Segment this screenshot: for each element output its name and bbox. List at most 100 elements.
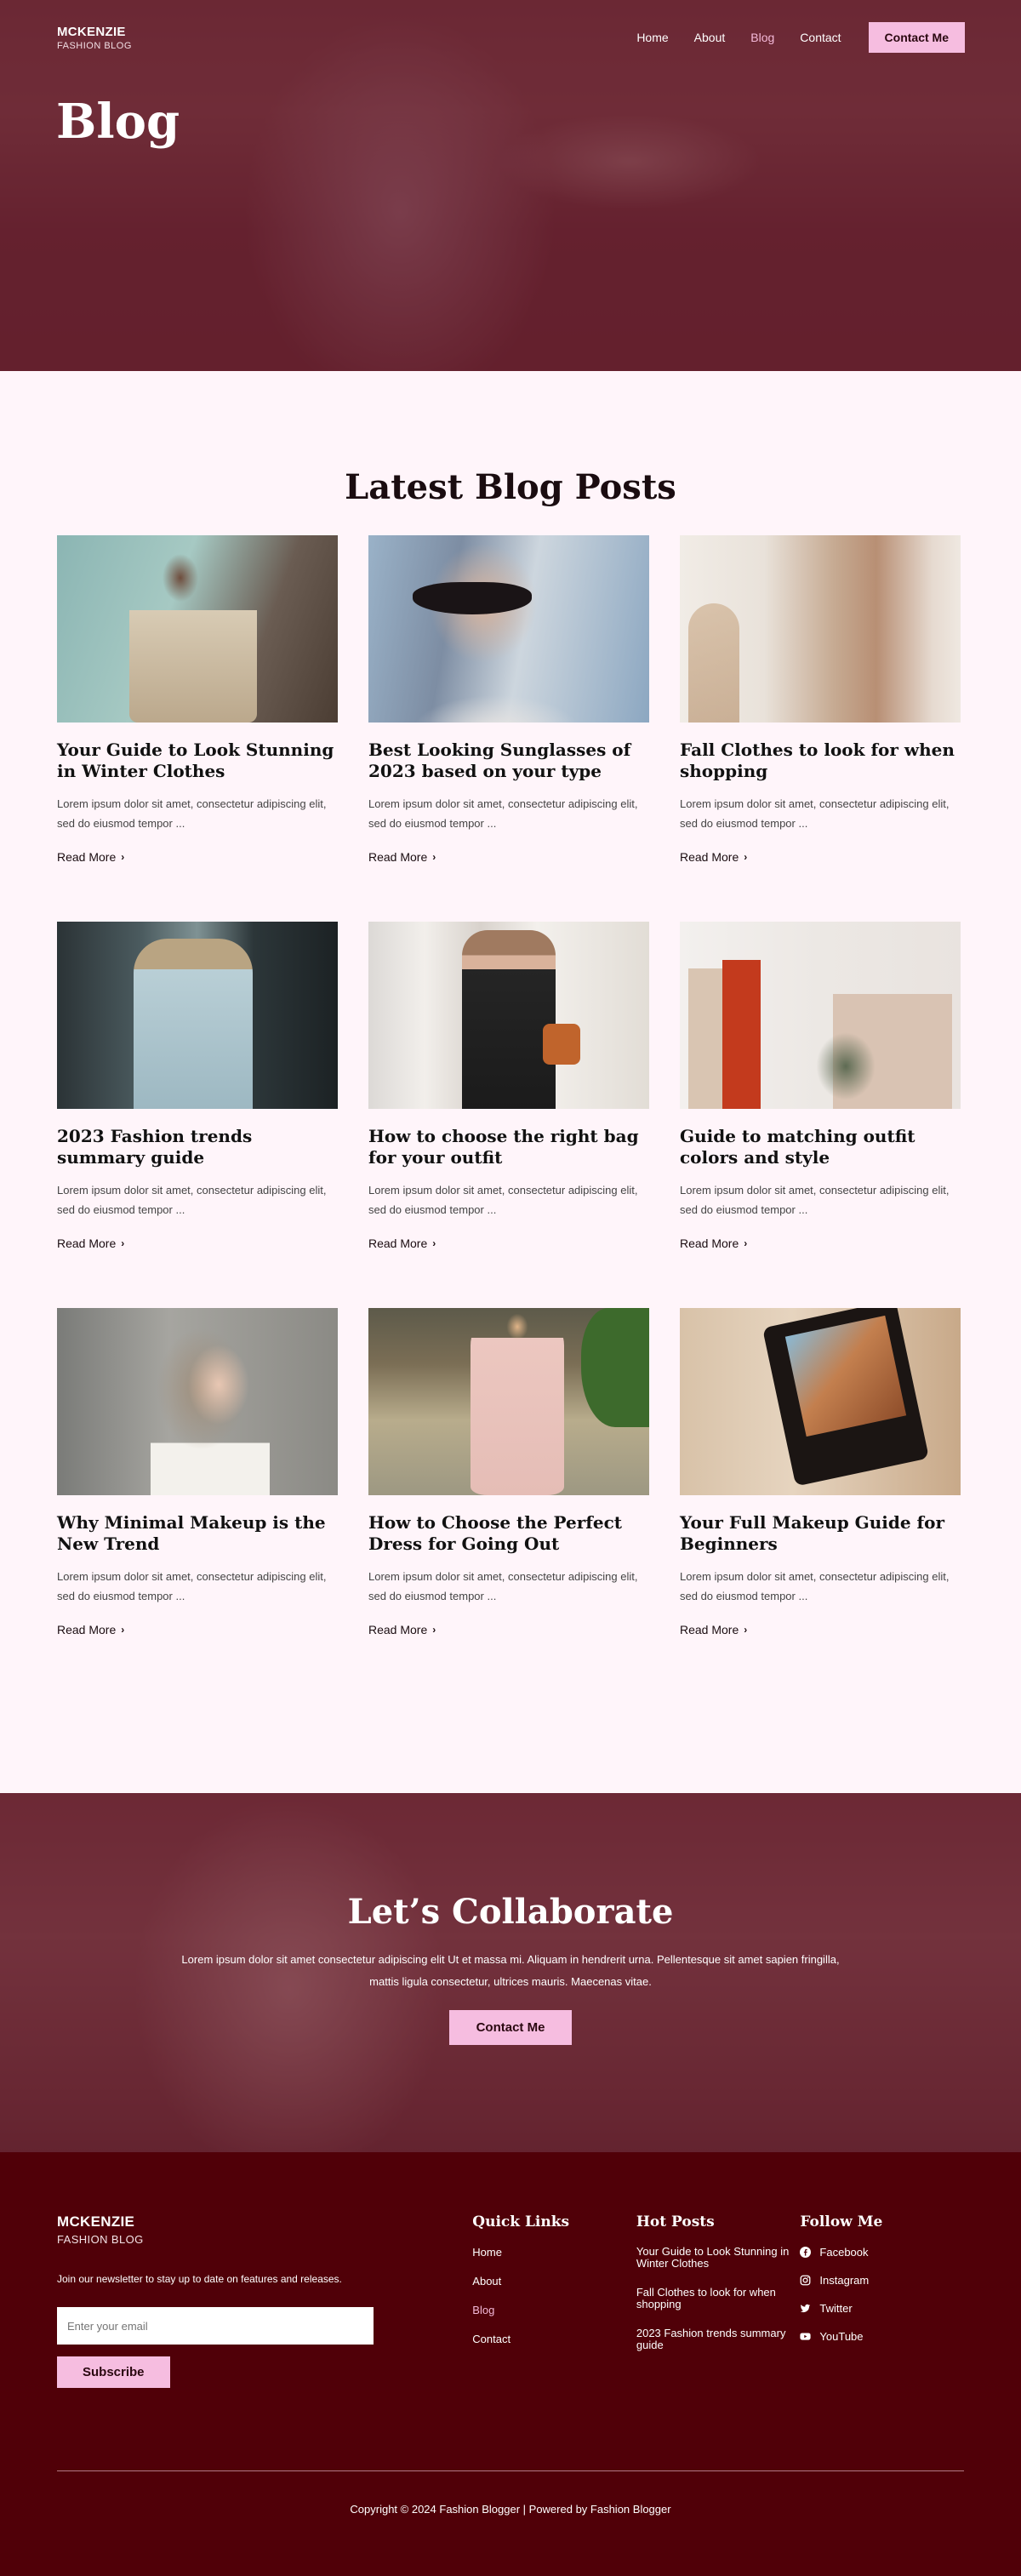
nav-link-home[interactable]: Home	[636, 31, 668, 44]
post-card: Best Looking Sunglasses of 2023 based on…	[368, 535, 649, 882]
social-label: YouTube	[819, 2330, 864, 2343]
post-excerpt: Lorem ipsum dolor sit amet, consectetur …	[57, 1184, 327, 1216]
nav-link-about[interactable]: About	[694, 31, 726, 44]
brand-name: MCKENZIE	[57, 24, 126, 39]
social-link-youtube[interactable]: YouTube	[800, 2330, 964, 2343]
post-thumbnail[interactable]	[368, 922, 649, 1109]
post-thumbnail[interactable]	[368, 535, 649, 723]
footer-link-contact[interactable]: Contact	[472, 2333, 510, 2345]
read-more-link[interactable]: Read More ›	[368, 1623, 436, 1636]
post-thumbnail[interactable]	[680, 535, 961, 723]
read-more-label: Read More	[680, 1623, 739, 1636]
collaborate-title: Let’s Collaborate	[347, 1892, 674, 1932]
copyright-text: Copyright © 2024 Fashion Blogger | Power…	[350, 2503, 671, 2516]
youtube-icon	[800, 2331, 812, 2342]
top-navigation: MCKENZIE FASHION BLOG Home About Blog Co…	[0, 0, 1021, 53]
post-title[interactable]: Guide to matching outfit colors and styl…	[680, 1126, 961, 1168]
post-excerpt: Lorem ipsum dolor sit amet, consectetur …	[680, 797, 950, 830]
quick-links-heading: Quick Links	[472, 2213, 570, 2230]
post-title[interactable]: Your Guide to Look Stunning in Winter Cl…	[57, 740, 338, 782]
post-title[interactable]: How to Choose the Perfect Dress for Goin…	[368, 1512, 649, 1555]
read-more-link[interactable]: Read More ›	[368, 1237, 436, 1250]
post-title[interactable]: Best Looking Sunglasses of 2023 based on…	[368, 740, 649, 782]
read-more-link[interactable]: Read More ›	[368, 850, 436, 864]
post-card: 2023 Fashion trends summary guide Lorem …	[57, 922, 338, 1269]
read-more-link[interactable]: Read More ›	[57, 850, 124, 864]
email-input[interactable]	[57, 2307, 374, 2345]
post-thumbnail[interactable]	[368, 1308, 649, 1495]
post-title[interactable]: 2023 Fashion trends summary guide	[57, 1126, 338, 1168]
post-excerpt: Lorem ipsum dolor sit amet, consectetur …	[57, 1570, 327, 1602]
footer-follow-me: Follow Me Facebook Instagram Twitter You…	[800, 2213, 964, 2388]
post-card: How to choose the right bag for your out…	[368, 922, 649, 1269]
nav-contact-button[interactable]: Contact Me	[868, 22, 965, 53]
social-link-twitter[interactable]: Twitter	[800, 2302, 964, 2315]
chevron-right-icon: ›	[121, 1624, 125, 1636]
post-thumbnail[interactable]	[57, 1308, 338, 1495]
latest-posts-section: Latest Blog Posts Your Guide to Look Stu…	[0, 371, 1021, 1793]
social-link-facebook[interactable]: Facebook	[800, 2246, 964, 2259]
post-excerpt: Lorem ipsum dolor sit amet, consectetur …	[368, 1184, 638, 1216]
read-more-label: Read More	[57, 1623, 117, 1636]
facebook-icon	[800, 2247, 812, 2258]
footer-brand-name: MCKENZIE	[57, 2213, 135, 2230]
social-label: Twitter	[819, 2302, 853, 2315]
post-card: Your Full Makeup Guide for Beginners Lor…	[680, 1308, 961, 1655]
post-thumbnail[interactable]	[680, 1308, 961, 1495]
post-thumbnail[interactable]	[57, 922, 338, 1109]
post-excerpt: Lorem ipsum dolor sit amet, consectetur …	[680, 1570, 950, 1602]
read-more-link[interactable]: Read More ›	[57, 1623, 124, 1636]
read-more-link[interactable]: Read More ›	[680, 850, 747, 864]
read-more-link[interactable]: Read More ›	[680, 1237, 747, 1250]
hero-banner: MCKENZIE FASHION BLOG Home About Blog Co…	[0, 0, 1021, 371]
follow-me-heading: Follow Me	[800, 2213, 883, 2230]
read-more-link[interactable]: Read More ›	[680, 1623, 747, 1636]
brand-tagline: FASHION BLOG	[57, 40, 132, 51]
posts-grid: Your Guide to Look Stunning in Winter Cl…	[57, 535, 964, 1655]
site-footer: MCKENZIE FASHION BLOG Join our newslette…	[0, 2152, 1021, 2576]
post-title[interactable]: Your Full Makeup Guide for Beginners	[680, 1512, 961, 1555]
section-heading: Latest Blog Posts	[345, 467, 676, 507]
footer-divider	[57, 2470, 964, 2471]
footer-link-blog[interactable]: Blog	[472, 2304, 494, 2316]
collaborate-banner: Let’s Collaborate Lorem ipsum dolor sit …	[0, 1793, 1021, 2152]
read-more-label: Read More	[57, 850, 117, 864]
post-card: Why Minimal Makeup is the New Trend Lore…	[57, 1308, 338, 1655]
footer-brand-tagline: FASHION BLOG	[57, 2233, 144, 2246]
hot-post-link[interactable]: 2023 Fashion trends summary guide	[636, 2327, 786, 2351]
footer-newsletter: MCKENZIE FASHION BLOG Join our newslette…	[57, 2213, 472, 2388]
read-more-label: Read More	[368, 1623, 428, 1636]
newsletter-text: Join our newsletter to stay up to date o…	[57, 2273, 342, 2285]
post-title[interactable]: Fall Clothes to look for when shopping	[680, 740, 961, 782]
footer-link-about[interactable]: About	[472, 2275, 501, 2288]
chevron-right-icon: ›	[121, 1237, 125, 1249]
chevron-right-icon: ›	[432, 1237, 436, 1249]
footer-link-home[interactable]: Home	[472, 2246, 502, 2259]
page-title: Blog	[56, 94, 180, 150]
post-title[interactable]: How to choose the right bag for your out…	[368, 1126, 649, 1168]
site-logo[interactable]: MCKENZIE FASHION BLOG	[57, 25, 132, 51]
social-label: Facebook	[819, 2246, 869, 2259]
hot-post-link[interactable]: Fall Clothes to look for when shopping	[636, 2286, 776, 2310]
footer-hot-posts: Hot Posts Your Guide to Look Stunning in…	[636, 2213, 801, 2388]
chevron-right-icon: ›	[744, 851, 748, 863]
read-more-link[interactable]: Read More ›	[57, 1237, 124, 1250]
read-more-label: Read More	[680, 1237, 739, 1250]
post-thumbnail[interactable]	[57, 535, 338, 723]
read-more-label: Read More	[57, 1237, 117, 1250]
post-title[interactable]: Why Minimal Makeup is the New Trend	[57, 1512, 338, 1555]
collaborate-contact-button[interactable]: Contact Me	[448, 2010, 573, 2045]
post-card: Fall Clothes to look for when shopping L…	[680, 535, 961, 882]
social-link-instagram[interactable]: Instagram	[800, 2274, 964, 2287]
read-more-label: Read More	[368, 850, 428, 864]
chevron-right-icon: ›	[432, 1624, 436, 1636]
post-excerpt: Lorem ipsum dolor sit amet, consectetur …	[57, 797, 327, 830]
nav-link-contact[interactable]: Contact	[800, 31, 841, 44]
post-card: Guide to matching outfit colors and styl…	[680, 922, 961, 1269]
chevron-right-icon: ›	[744, 1624, 748, 1636]
post-card: How to Choose the Perfect Dress for Goin…	[368, 1308, 649, 1655]
subscribe-button[interactable]: Subscribe	[57, 2356, 170, 2388]
hot-post-link[interactable]: Your Guide to Look Stunning in Winter Cl…	[636, 2245, 790, 2270]
nav-link-blog[interactable]: Blog	[750, 31, 774, 44]
post-thumbnail[interactable]	[680, 922, 961, 1109]
